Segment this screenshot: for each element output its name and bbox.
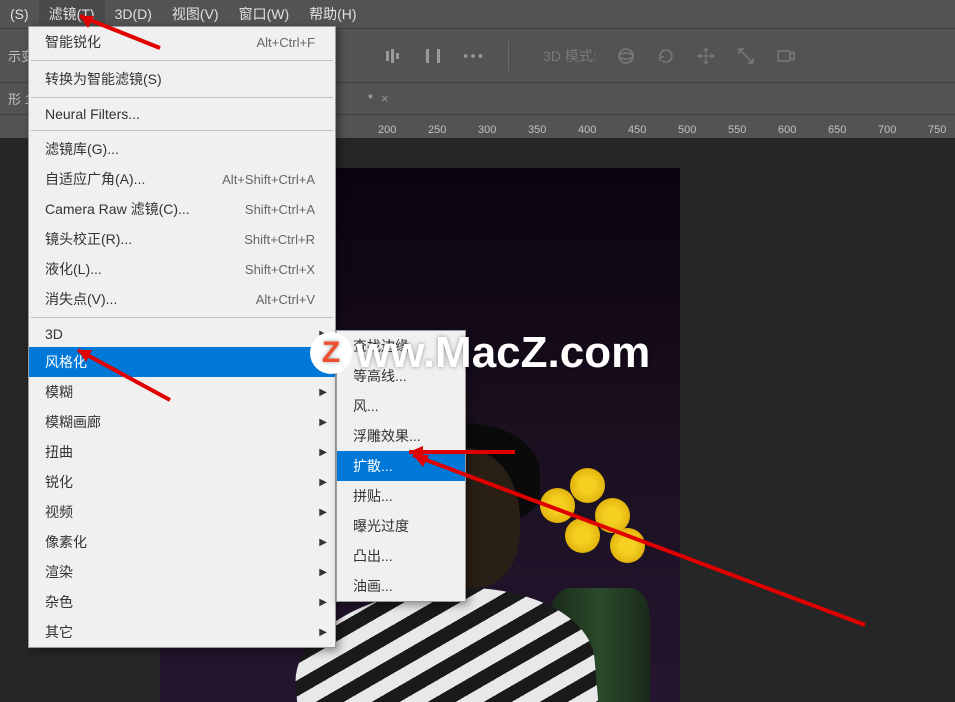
- menu-noise-submenu[interactable]: 杂色 ▶: [29, 587, 335, 617]
- ruler-mark: 700: [878, 124, 896, 136]
- menu-shortcut: Alt+Ctrl+V: [256, 292, 315, 307]
- menu-camera-raw[interactable]: Camera Raw 滤镜(C)... Shift+Ctrl+A: [29, 194, 335, 224]
- menu-neural-filters[interactable]: Neural Filters...: [29, 101, 335, 127]
- menu-help[interactable]: 帮助(H): [299, 0, 366, 28]
- filter-dropdown: 智能锐化 Alt+Ctrl+F 转换为智能滤镜(S) Neural Filter…: [28, 26, 336, 648]
- menu-adaptive-wide-angle[interactable]: 自适应广角(A)... Alt+Shift+Ctrl+A: [29, 164, 335, 194]
- menu-lens-correction[interactable]: 镜头校正(R)... Shift+Ctrl+R: [29, 224, 335, 254]
- menu-label: 凸出...: [353, 546, 393, 566]
- submenu-arrow-icon: ▶: [319, 417, 327, 428]
- menu-label: 消失点(V)...: [45, 289, 117, 309]
- submenu-arrow-icon: ▶: [319, 537, 327, 548]
- tab-modified: *: [368, 91, 373, 106]
- menu-label: 渲染: [45, 562, 73, 582]
- ruler-mark: 750: [928, 124, 946, 136]
- menu-separator: [31, 60, 333, 61]
- submenu-arrow-icon: ▶: [319, 567, 327, 578]
- menu-label: 滤镜库(G)...: [45, 139, 119, 159]
- menu-filter-gallery[interactable]: 滤镜库(G)...: [29, 134, 335, 164]
- menu-blur-gallery-submenu[interactable]: 模糊画廊 ▶: [29, 407, 335, 437]
- ruler-mark: 400: [578, 124, 596, 136]
- menu-pixelate-submenu[interactable]: 像素化 ▶: [29, 527, 335, 557]
- menu-s[interactable]: (S): [0, 2, 39, 26]
- watermark-text: ww.MacZ.com: [356, 328, 650, 378]
- menu-label: 拼贴...: [353, 486, 393, 506]
- camera-icon[interactable]: [775, 45, 797, 67]
- menu-separator: [31, 130, 333, 131]
- menu-other-submenu[interactable]: 其它 ▶: [29, 617, 335, 647]
- ruler-mark: 450: [628, 124, 646, 136]
- rotate-icon[interactable]: [655, 45, 677, 67]
- scale-icon[interactable]: [735, 45, 757, 67]
- menu-shortcut: Shift+Ctrl+R: [244, 232, 315, 247]
- menu-convert-smart-filter[interactable]: 转换为智能滤镜(S): [29, 64, 335, 94]
- menu-label: 镜头校正(R)...: [45, 229, 132, 249]
- ruler-mark: 500: [678, 124, 696, 136]
- menu-shortcut: Shift+Ctrl+X: [245, 262, 315, 277]
- menu-label: 杂色: [45, 592, 73, 612]
- menu-label: 扭曲: [45, 442, 73, 462]
- menu-label: 其它: [45, 622, 73, 642]
- menu-label: 视频: [45, 502, 73, 522]
- menu-label: 像素化: [45, 532, 87, 552]
- submenu-wind[interactable]: 风...: [337, 391, 465, 421]
- watermark: Z ww.MacZ.com: [310, 328, 650, 378]
- move-icon[interactable]: [695, 45, 717, 67]
- submenu-arrow-icon: ▶: [319, 447, 327, 458]
- menu-label: Camera Raw 滤镜(C)...: [45, 199, 190, 219]
- tab-close[interactable]: ×: [381, 91, 389, 106]
- submenu-arrow-icon: ▶: [319, 627, 327, 638]
- menu-label: Neural Filters...: [45, 106, 140, 122]
- divider: [508, 41, 509, 71]
- submenu-arrow-icon: ▶: [319, 387, 327, 398]
- menu-distort-submenu[interactable]: 扭曲 ▶: [29, 437, 335, 467]
- watermark-logo-icon: Z: [310, 332, 352, 374]
- menu-label: 转换为智能滤镜(S): [45, 69, 162, 89]
- menu-sharpen-submenu[interactable]: 锐化 ▶: [29, 467, 335, 497]
- menu-window[interactable]: 窗口(W): [229, 0, 300, 28]
- menu-view[interactable]: 视图(V): [162, 0, 229, 28]
- menu-shortcut: Alt+Shift+Ctrl+A: [222, 172, 315, 187]
- menu-label: 油画...: [353, 576, 393, 596]
- menu-video-submenu[interactable]: 视频 ▶: [29, 497, 335, 527]
- menu-shortcut: Shift+Ctrl+A: [245, 202, 315, 217]
- ruler-mark: 550: [728, 124, 746, 136]
- menu-label: 模糊画廊: [45, 412, 101, 432]
- annotation-arrow-4: [395, 445, 875, 635]
- menu-label: 风...: [353, 396, 379, 416]
- ruler-mark: 300: [478, 124, 496, 136]
- ruler-mark: 200: [378, 124, 396, 136]
- menu-label: 自适应广角(A)...: [45, 169, 145, 189]
- more-icon[interactable]: [462, 45, 484, 67]
- menu-render-submenu[interactable]: 渲染 ▶: [29, 557, 335, 587]
- ruler-mark: 600: [778, 124, 796, 136]
- menu-label: 液化(L)...: [45, 259, 102, 279]
- menu-label: 扩散...: [353, 456, 393, 476]
- align-icon[interactable]: [382, 45, 404, 67]
- submenu-arrow-icon: ▶: [319, 477, 327, 488]
- menu-separator: [31, 317, 333, 318]
- menu-liquify[interactable]: 液化(L)... Shift+Ctrl+X: [29, 254, 335, 284]
- submenu-arrow-icon: ▶: [319, 597, 327, 608]
- annotation-arrow-2: [60, 340, 180, 410]
- submenu-arrow-icon: ▶: [319, 507, 327, 518]
- menu-label: 锐化: [45, 472, 73, 492]
- menu-vanishing-point[interactable]: 消失点(V)... Alt+Ctrl+V: [29, 284, 335, 314]
- ruler-mark: 250: [428, 124, 446, 136]
- mode-label: 3D 模式:: [543, 46, 597, 66]
- menu-shortcut: Alt+Ctrl+F: [256, 35, 315, 50]
- orbit-icon[interactable]: [615, 45, 637, 67]
- annotation-arrow-1: [60, 8, 170, 58]
- toolbar-icons: 3D 模式:: [382, 41, 797, 71]
- distribute-icon[interactable]: [422, 45, 444, 67]
- ruler-mark: 350: [528, 124, 546, 136]
- ruler-mark: 650: [828, 124, 846, 136]
- menu-separator: [31, 97, 333, 98]
